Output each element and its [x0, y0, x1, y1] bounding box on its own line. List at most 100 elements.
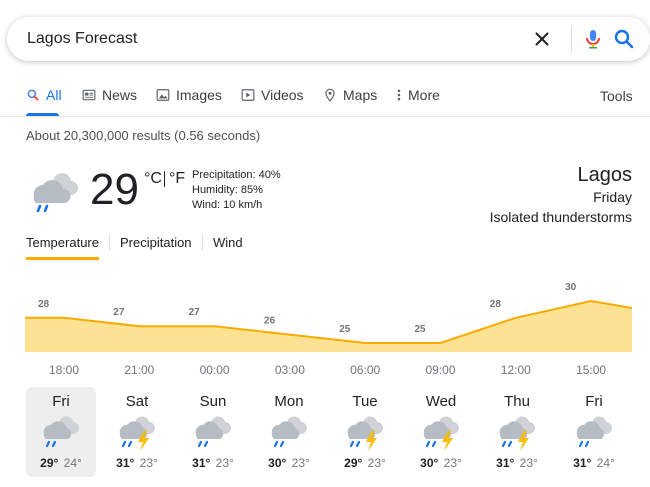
- tab-videos[interactable]: Videos: [241, 87, 304, 117]
- search-input[interactable]: Lagos Forecast: [27, 30, 137, 48]
- clear-search-button[interactable]: [531, 28, 553, 50]
- day-name: Sat: [125, 393, 149, 410]
- tab-news[interactable]: News: [82, 87, 137, 117]
- time-label: 03:00: [274, 363, 305, 377]
- low-temp: 23°: [139, 456, 158, 470]
- tab-label: Maps: [343, 87, 378, 103]
- chart-value-label: 27: [113, 307, 125, 318]
- image-icon: [156, 89, 170, 101]
- day-forecast-4[interactable]: Tue 29° 23°: [330, 387, 400, 477]
- day-temps: 30° 23°: [406, 456, 476, 470]
- location-name: Lagos: [577, 164, 633, 186]
- time-label: 12:00: [500, 363, 531, 377]
- time-label: 00:00: [199, 363, 230, 377]
- high-temp: 29°: [344, 456, 363, 470]
- time-label: 18:00: [48, 363, 80, 377]
- subtab-precipitation[interactable]: Precipitation: [120, 235, 192, 250]
- mic-icon: [586, 30, 600, 49]
- search-bar[interactable]: Lagos Forecast: [7, 17, 650, 61]
- low-temp: 23°: [367, 456, 386, 470]
- tab-maps[interactable]: Maps: [323, 87, 377, 117]
- chart-value-label: 28: [490, 299, 502, 310]
- high-temp: 31°: [573, 456, 592, 470]
- day-forecast-6[interactable]: Thu 31° 23°: [482, 387, 552, 477]
- weather-details: Precipitation: 40% Humidity: 85% Wind: 1…: [192, 168, 281, 213]
- day-temps: 31° 24°: [559, 456, 629, 470]
- tab-images[interactable]: Images: [156, 87, 222, 117]
- search-tabs: All News Images Videos Maps More: [26, 87, 650, 117]
- tab-label: More: [408, 87, 440, 103]
- subtab-wind[interactable]: Wind: [213, 235, 243, 250]
- search-icon: [27, 89, 39, 101]
- chart-value-label: 26: [264, 316, 276, 327]
- thunderstorm-icon: [499, 416, 535, 451]
- search-button[interactable]: [612, 27, 636, 51]
- day-forecast-1[interactable]: Sat 31° 23°: [102, 387, 172, 477]
- day-temps: 31° 23°: [178, 456, 248, 470]
- day-name: Tue: [352, 393, 378, 410]
- tab-more[interactable]: More: [396, 87, 440, 117]
- chart-value-label: 25: [339, 324, 351, 335]
- time-label: 06:00: [350, 363, 381, 377]
- time-label: 21:00: [124, 363, 155, 377]
- rain-cloud-icon: [33, 173, 78, 213]
- day-name: Wed: [425, 393, 457, 410]
- day-forecast-7[interactable]: Fri 31° 24°: [559, 387, 629, 477]
- condition-label: Isolated thunderstorms: [489, 209, 632, 225]
- low-temp: 24°: [596, 456, 615, 470]
- chart-value-label: 27: [189, 307, 201, 318]
- tools-button[interactable]: Tools: [600, 88, 633, 104]
- low-temp: 23°: [519, 456, 538, 470]
- day-forecast-5[interactable]: Wed 30° 23°: [406, 387, 476, 477]
- high-temp: 29°: [40, 456, 59, 470]
- day-forecast-0[interactable]: Fri 29° 24°: [26, 387, 96, 477]
- day-temps: 29° 24°: [26, 456, 96, 470]
- search-separator: [571, 26, 572, 52]
- low-temp: 23°: [291, 456, 310, 470]
- high-temp: 31°: [116, 456, 135, 470]
- chart-value-label: 28: [38, 299, 50, 310]
- map-pin-icon: [325, 88, 335, 102]
- result-stats: About 20,300,000 results (0.56 seconds): [26, 128, 261, 143]
- tab-label: Videos: [261, 87, 304, 103]
- thunderstorm-icon: [119, 416, 155, 451]
- tab-label: Images: [176, 87, 222, 103]
- day-temps: 29° 23°: [330, 456, 400, 470]
- subtab-separator: [109, 234, 110, 250]
- low-temp: 23°: [443, 456, 462, 470]
- time-label: 09:00: [425, 363, 456, 377]
- wind-text: Wind: 10 km/h: [192, 199, 263, 211]
- news-icon: [82, 89, 96, 101]
- subtab-temperature[interactable]: Temperature: [26, 235, 99, 250]
- thunderstorm-icon: [423, 416, 459, 451]
- day-forecast-3[interactable]: Mon 30° 23°: [254, 387, 324, 477]
- day-label: Friday: [593, 189, 632, 205]
- high-temp: 30°: [420, 456, 439, 470]
- voice-search-button[interactable]: [581, 27, 605, 51]
- low-temp: 24°: [63, 456, 82, 470]
- unit-celsius[interactable]: °C: [144, 170, 162, 188]
- day-name: Fri: [585, 393, 603, 410]
- day-temps: 31° 23°: [482, 456, 552, 470]
- unit-fahrenheit[interactable]: °F: [169, 170, 185, 188]
- high-temp: 31°: [192, 456, 211, 470]
- unit-separator: [164, 171, 165, 187]
- active-subtab-indicator: [26, 257, 99, 260]
- rain-cloud-icon: [576, 416, 612, 448]
- chart-value-label: 30: [565, 282, 577, 293]
- location-block: Lagos Friday Isolated thunderstorms: [490, 163, 632, 227]
- current-temperature: 29: [90, 165, 139, 214]
- tabs-divider: [0, 116, 650, 117]
- video-icon: [241, 89, 255, 101]
- tab-label: All: [46, 87, 62, 103]
- temperature-chart: 28 27 27 26 25 25 28 30: [25, 282, 633, 352]
- day-forecast-2[interactable]: Sun 31° 23°: [178, 387, 248, 477]
- thunderstorm-icon: [347, 416, 383, 451]
- search-icon: [614, 29, 634, 49]
- close-icon: [535, 32, 549, 46]
- day-temps: 31° 23°: [102, 456, 172, 470]
- high-temp: 31°: [496, 456, 515, 470]
- high-temp: 30°: [268, 456, 287, 470]
- rain-cloud-icon: [271, 416, 307, 448]
- chart-value-label: 25: [415, 324, 427, 335]
